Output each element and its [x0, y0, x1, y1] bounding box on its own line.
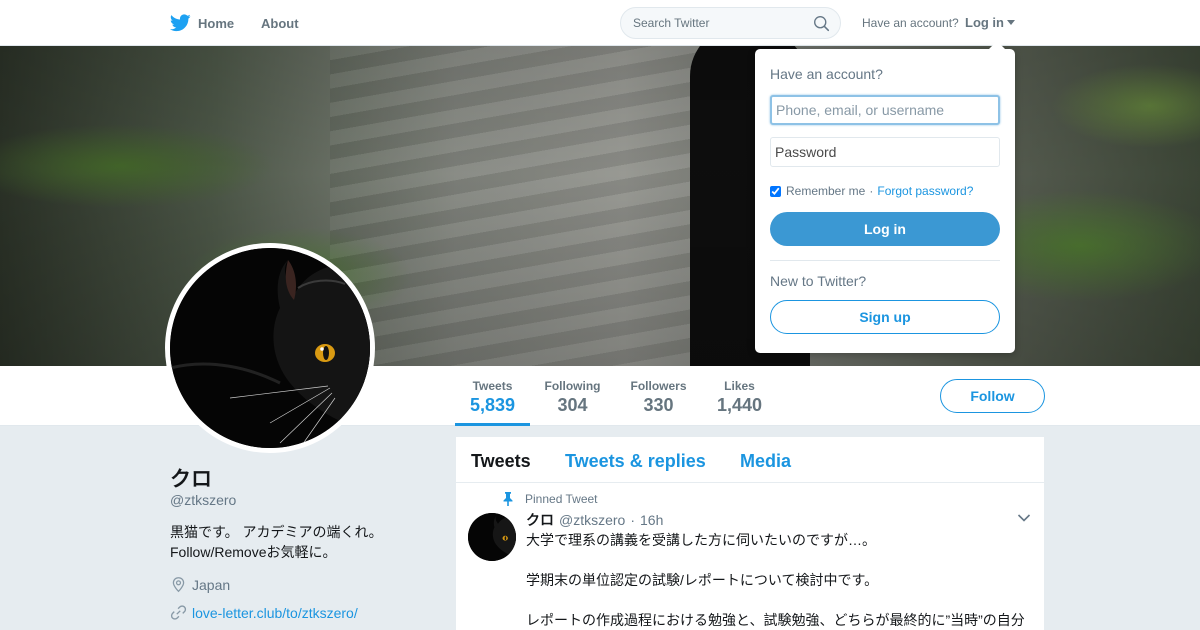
signup-button[interactable]: Sign up	[770, 300, 1000, 334]
nav-about[interactable]: About	[261, 0, 299, 46]
tweet-header: クロ @ztkszero · 16h	[526, 510, 663, 530]
stat-following-label: Following	[544, 379, 601, 393]
pinned-tweet[interactable]: Pinned Tweet クロ @ztkszero · 16h 大学で理系の講義…	[456, 484, 1044, 630]
profile-url-link[interactable]: love-letter.club/to/ztkszero/	[192, 605, 358, 621]
location-pin-icon	[172, 577, 185, 593]
profile-location: Japan	[170, 576, 230, 593]
stat-following-value: 304	[557, 395, 588, 415]
tab-tweets[interactable]: Tweets	[471, 451, 531, 472]
remember-me-checkbox[interactable]	[770, 185, 781, 197]
tweet-author-name[interactable]: クロ	[526, 510, 554, 530]
pinned-label: Pinned Tweet	[525, 492, 598, 506]
tweet-avatar[interactable]	[468, 513, 516, 561]
search-input[interactable]	[633, 8, 813, 38]
have-account-text: Have an account?	[862, 16, 959, 30]
profile-url: love-letter.club/to/ztkszero/	[170, 604, 358, 621]
stat-following[interactable]: Following 304	[540, 366, 605, 426]
remember-me-row: Remember me · Forgot password?	[770, 184, 973, 198]
profile-name[interactable]: クロ	[170, 463, 212, 493]
stat-likes-value: 1,440	[716, 395, 763, 415]
stat-tweets[interactable]: Tweets 5,839	[455, 366, 530, 426]
new-to-twitter-text: New to Twitter?	[770, 273, 867, 289]
pinned-label-row: Pinned Tweet	[502, 492, 598, 506]
stat-followers-label: Followers	[630, 379, 687, 393]
stat-followers-value: 330	[643, 395, 674, 415]
stat-tweets-label: Tweets	[472, 379, 513, 393]
chevron-down-icon[interactable]	[1017, 513, 1031, 523]
tab-tweets-replies[interactable]: Tweets & replies	[565, 451, 706, 472]
stat-followers[interactable]: Followers 330	[626, 366, 691, 426]
tab-media[interactable]: Media	[740, 451, 791, 472]
pin-icon	[503, 492, 513, 506]
location-text: Japan	[192, 576, 231, 593]
tweet-dot: ·	[630, 512, 636, 528]
tweet-author-handle[interactable]: @ztkszero	[559, 512, 625, 528]
tweet-text-line-2: 学期末の単位認定の試験/レポートについて検討中です。	[526, 572, 879, 588]
profile-handle[interactable]: @ztkszero	[170, 492, 236, 508]
forgot-password-link[interactable]: Forgot password?	[877, 184, 973, 198]
twitter-bird-icon	[170, 14, 191, 32]
remember-me-label: Remember me	[786, 184, 866, 198]
login-dropdown-toggle[interactable]: Log in	[965, 15, 1015, 30]
remember-separator: ·	[869, 184, 874, 198]
tweet-text-line-1: 大学で理系の講義を受講した方に伺いたいのですが…。	[526, 532, 876, 548]
search-icon[interactable]	[813, 15, 830, 32]
login-toggle-label: Log in	[965, 15, 1004, 30]
username-field[interactable]	[770, 95, 1000, 125]
caret-down-icon	[1007, 20, 1015, 25]
login-button[interactable]: Log in	[770, 212, 1000, 246]
profile-avatar[interactable]	[165, 243, 375, 453]
link-icon	[170, 605, 187, 620]
stat-likes-label: Likes	[724, 379, 755, 393]
dropdown-divider	[770, 260, 1000, 261]
login-heading: Have an account?	[770, 66, 883, 82]
tweet-time[interactable]: 16h	[640, 512, 663, 528]
top-nav: Home About Have an account? Log in	[0, 0, 1200, 46]
stat-likes[interactable]: Likes 1,440	[712, 366, 767, 426]
follow-button[interactable]: Follow	[940, 379, 1045, 413]
password-field[interactable]	[770, 137, 1000, 167]
nav-home-label: Home	[198, 15, 235, 31]
profile-bio: 黒猫です。 アカデミアの端くれ。 Follow/Removeお気軽に。	[170, 522, 430, 562]
tweet-text-line-3: レポートの作成過程における勉強と、試験勉強、どちらが最終的に”当時”の自分	[526, 612, 1025, 628]
nav-home[interactable]: Home	[170, 0, 234, 46]
black-cat-avatar-image	[468, 513, 516, 561]
timeline-tabs: Tweets Tweets & replies Media	[456, 437, 1044, 483]
bio-line-2: Follow/Removeお気軽に。	[170, 544, 337, 560]
black-cat-avatar-image	[170, 248, 370, 448]
search-box	[620, 7, 841, 39]
tweet-text: 大学で理系の講義を受講した方に伺いたいのですが…。 学期末の単位認定の試験/レポ…	[526, 530, 1031, 630]
stat-tweets-value: 5,839	[469, 395, 516, 415]
timeline: Tweets Tweets & replies Media Pinned Twe…	[456, 437, 1044, 630]
login-dropdown: Have an account? Remember me · Forgot pa…	[755, 41, 1015, 353]
bio-line-1: 黒猫です。 アカデミアの端くれ。	[170, 524, 383, 540]
